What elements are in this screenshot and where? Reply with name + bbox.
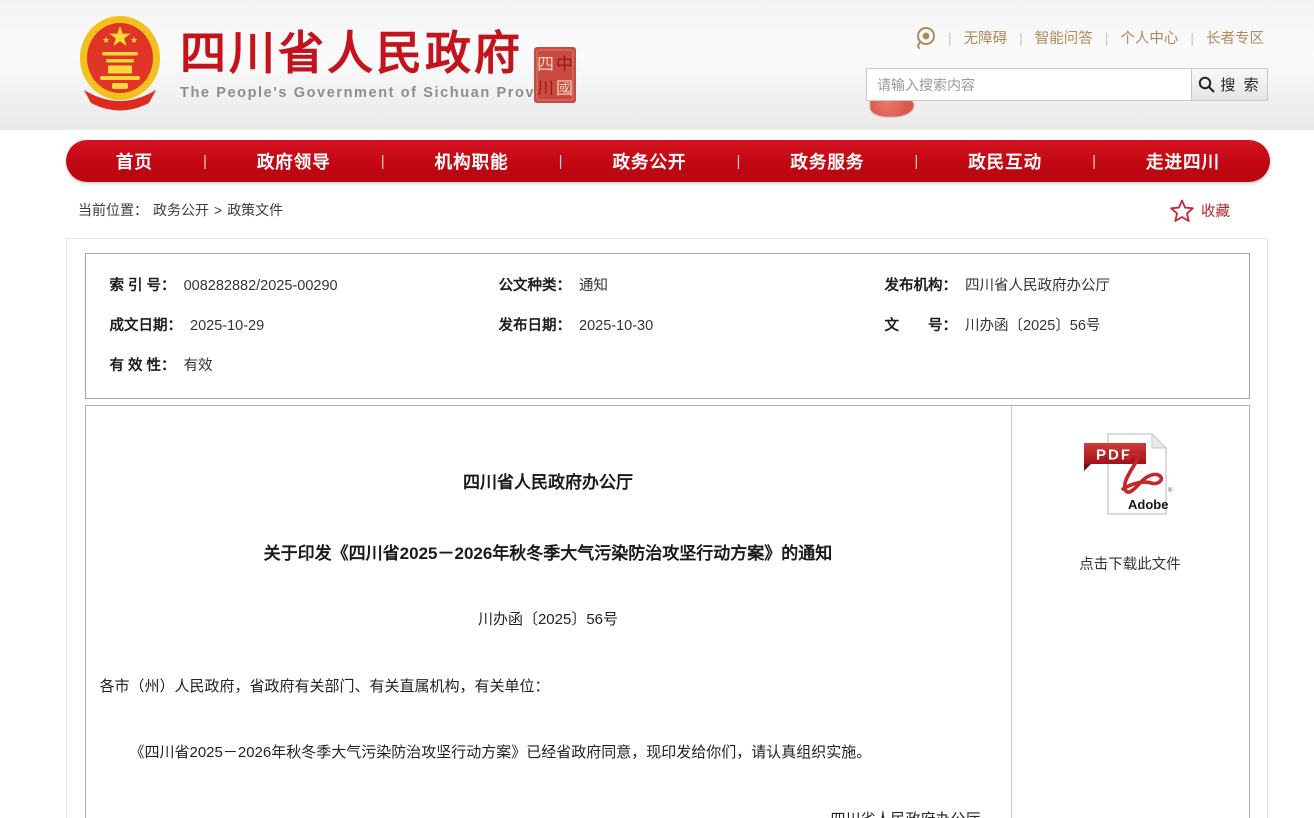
document-body: 四川省人民政府办公厅 关于印发《四川省2025－2026年秋冬季大气污染防治攻坚…: [86, 406, 1011, 818]
svg-text:四: 四: [537, 55, 554, 74]
nav-item-about-sichuan[interactable]: 走进四川: [1146, 149, 1220, 174]
svg-text:川: 川: [537, 79, 554, 98]
download-file-label: 点击下载此文件: [1079, 553, 1181, 574]
meta-index: 索 引 号：008282882/2025-00290: [110, 266, 499, 306]
download-sidebar: PDF Adobe ® 点击下载此文件: [1011, 406, 1249, 818]
svg-text:★: ★: [102, 35, 110, 45]
nav-separator: |: [381, 153, 385, 170]
search-button[interactable]: 搜 索: [1191, 69, 1267, 100]
nav-separator: |: [736, 153, 740, 170]
svg-text:Adobe: Adobe: [1128, 497, 1168, 512]
nav-separator: |: [1092, 153, 1096, 170]
content-panel: 索 引 号：008282882/2025-00290 公文种类：通知 发布机构：…: [66, 238, 1268, 818]
meta-issuer: 发布机构：四川省人民政府办公厅: [885, 266, 1249, 306]
link-accessibility[interactable]: 无障碍: [964, 27, 1008, 48]
svg-text:國: 國: [556, 79, 573, 98]
link-separator: |: [948, 30, 952, 46]
link-smart-qa[interactable]: 智能问答: [1035, 27, 1093, 48]
svg-text:®: ®: [1168, 487, 1173, 494]
national-emblem-icon: ★ ★: [78, 12, 162, 121]
site-header: ★ ★ 四川省人民政府 The People's Government of S…: [0, 0, 1314, 130]
site-subtitle: The People's Government of Sichuan Provi…: [180, 85, 571, 101]
breadcrumb-separator: >: [214, 202, 222, 218]
document-box: 四川省人民政府办公厅 关于印发《四川省2025－2026年秋冬季大气污染防治攻坚…: [85, 405, 1250, 818]
link-senior-zone[interactable]: 长者专区: [1206, 27, 1264, 48]
breadcrumb-row: 当前位置： 政务公开 > 政策文件 收藏: [0, 182, 1314, 238]
breadcrumb-item-policy-docs[interactable]: 政策文件: [227, 200, 283, 220]
breadcrumb-label: 当前位置：: [78, 200, 148, 220]
nav-item-home[interactable]: 首页: [116, 149, 153, 174]
nav-separator: |: [559, 153, 563, 170]
document-signature: 四川省人民政府办公厅: [100, 808, 997, 818]
nav-item-gov-info[interactable]: 政务公开: [613, 149, 687, 174]
meta-doc-number: 文 号：川办函〔2025〕56号: [885, 306, 1249, 346]
meta-row: 索 引 号：008282882/2025-00290 公文种类：通知 发布机构：…: [110, 266, 1249, 306]
link-separator: |: [1019, 30, 1023, 46]
nav-separator: |: [203, 153, 207, 170]
meta-row: 有 效 性：有效: [110, 346, 1249, 386]
site-title: 四川省人民政府: [180, 28, 571, 79]
search-bar: 搜 索: [866, 68, 1268, 101]
search-input[interactable]: [867, 69, 1191, 100]
meta-publish-date: 发布日期：2025-10-30: [499, 306, 885, 346]
meta-validity: 有 效 性：有效: [110, 346, 499, 386]
document-title: 关于印发《四川省2025－2026年秋冬季大气污染防治攻坚行动方案》的通知: [100, 539, 997, 564]
breadcrumb-item-gov-info[interactable]: 政务公开: [153, 200, 209, 220]
search-icon: [1198, 76, 1215, 93]
document-meta-box: 索 引 号：008282882/2025-00290 公文种类：通知 发布机构：…: [85, 253, 1250, 399]
nav-item-gov-services[interactable]: 政务服务: [790, 149, 864, 174]
voice-reader-icon[interactable]: [915, 26, 936, 49]
document-salutation: 各市（州）人民政府，省政府有关部门、有关直属机构，有关单位：: [100, 675, 997, 696]
link-personal-center[interactable]: 个人中心: [1120, 27, 1178, 48]
document-paragraph: 《四川省2025－2026年秋冬季大气污染防治攻坚行动方案》已经省政府同意，现印…: [100, 740, 997, 766]
main-nav: 首页 | 政府领导 | 机构职能 | 政务公开 | 政务服务 | 政民互动 | …: [66, 140, 1270, 182]
pdf-file-icon: PDF Adobe ®: [1082, 430, 1178, 525]
site-title-block: 四川省人民政府 The People's Government of Sichu…: [180, 12, 571, 101]
site-logo[interactable]: ★ ★ 四川省人民政府 The People's Government of S…: [78, 12, 571, 121]
svg-text:中: 中: [556, 55, 573, 74]
top-utility-links: | 无障碍 | 智能问答 | 个人中心 | 长者专区: [915, 26, 1264, 49]
document-number: 川办函〔2025〕56号: [100, 608, 997, 629]
meta-written-date: 成文日期：2025-10-29: [110, 306, 499, 346]
favorite-label: 收藏: [1201, 200, 1230, 221]
sichuan-seal-icon: 四 中 川 國: [533, 46, 577, 109]
nav-item-org-functions[interactable]: 机构职能: [435, 149, 509, 174]
nav-separator: |: [914, 153, 918, 170]
favorite-button[interactable]: 收藏: [1170, 199, 1230, 222]
svg-text:★: ★: [130, 35, 138, 45]
meta-row: 成文日期：2025-10-29 发布日期：2025-10-30 文 号：川办函〔…: [110, 306, 1249, 346]
nav-item-gov-leaders[interactable]: 政府领导: [257, 149, 331, 174]
search-button-label: 搜 索: [1220, 74, 1260, 95]
breadcrumb: 当前位置： 政务公开 > 政策文件: [78, 200, 283, 220]
svg-text:PDF: PDF: [1096, 447, 1132, 464]
pdf-download-link[interactable]: PDF Adobe ® 点击下载此文件: [1079, 430, 1181, 574]
meta-doc-type: 公文种类：通知: [499, 266, 885, 306]
link-separator: |: [1190, 30, 1194, 46]
nav-item-interaction[interactable]: 政民互动: [968, 149, 1042, 174]
link-separator: |: [1105, 30, 1109, 46]
star-icon: [1170, 199, 1194, 222]
document-issuing-org: 四川省人民政府办公厅: [100, 468, 997, 493]
